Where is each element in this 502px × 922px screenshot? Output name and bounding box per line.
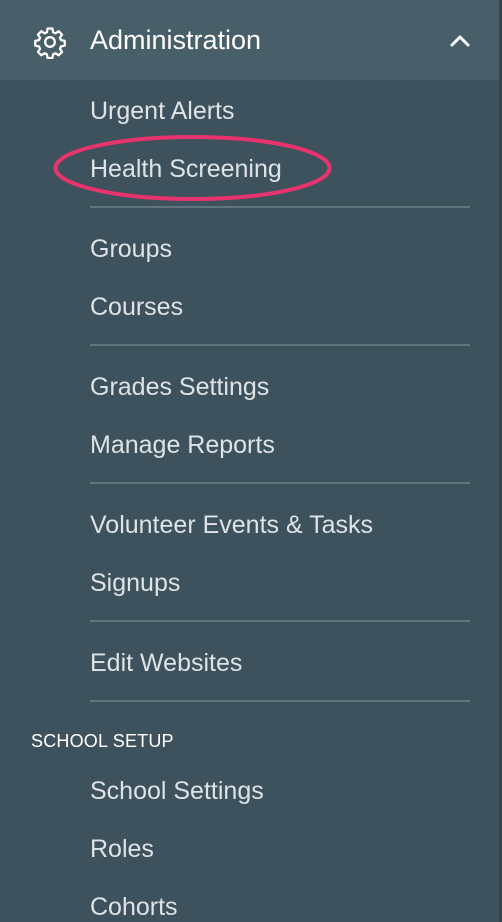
nav-item-health-screening[interactable]: Health Screening: [90, 151, 282, 187]
chevron-up-icon[interactable]: [448, 30, 472, 50]
gear-icon: [34, 27, 66, 59]
nav-item-signups[interactable]: Signups: [90, 565, 180, 601]
administration-title: Administration: [90, 25, 262, 55]
nav-item-grades-settings[interactable]: Grades Settings: [90, 369, 269, 405]
nav-item-urgent-alerts[interactable]: Urgent Alerts: [90, 93, 235, 129]
sidebar-nav: Administration Urgent Alerts Health Scre…: [0, 0, 502, 922]
nav-item-manage-reports[interactable]: Manage Reports: [90, 427, 275, 463]
nav-item-volunteer-events-tasks[interactable]: Volunteer Events & Tasks: [90, 507, 373, 543]
menu-divider: [90, 482, 470, 484]
nav-item-school-settings[interactable]: School Settings: [90, 773, 264, 809]
menu-divider: [90, 344, 470, 346]
nav-item-courses[interactable]: Courses: [90, 289, 183, 325]
nav-item-cohorts[interactable]: Cohorts: [90, 889, 178, 922]
school-setup-section-title: SCHOOL SETUP: [31, 731, 174, 751]
nav-item-groups[interactable]: Groups: [90, 231, 172, 267]
nav-item-roles[interactable]: Roles: [90, 831, 154, 867]
menu-divider: [90, 206, 470, 208]
menu-divider: [90, 700, 470, 702]
administration-section-header[interactable]: Administration: [0, 0, 499, 80]
menu-divider: [90, 620, 470, 622]
nav-item-edit-websites[interactable]: Edit Websites: [90, 645, 242, 681]
